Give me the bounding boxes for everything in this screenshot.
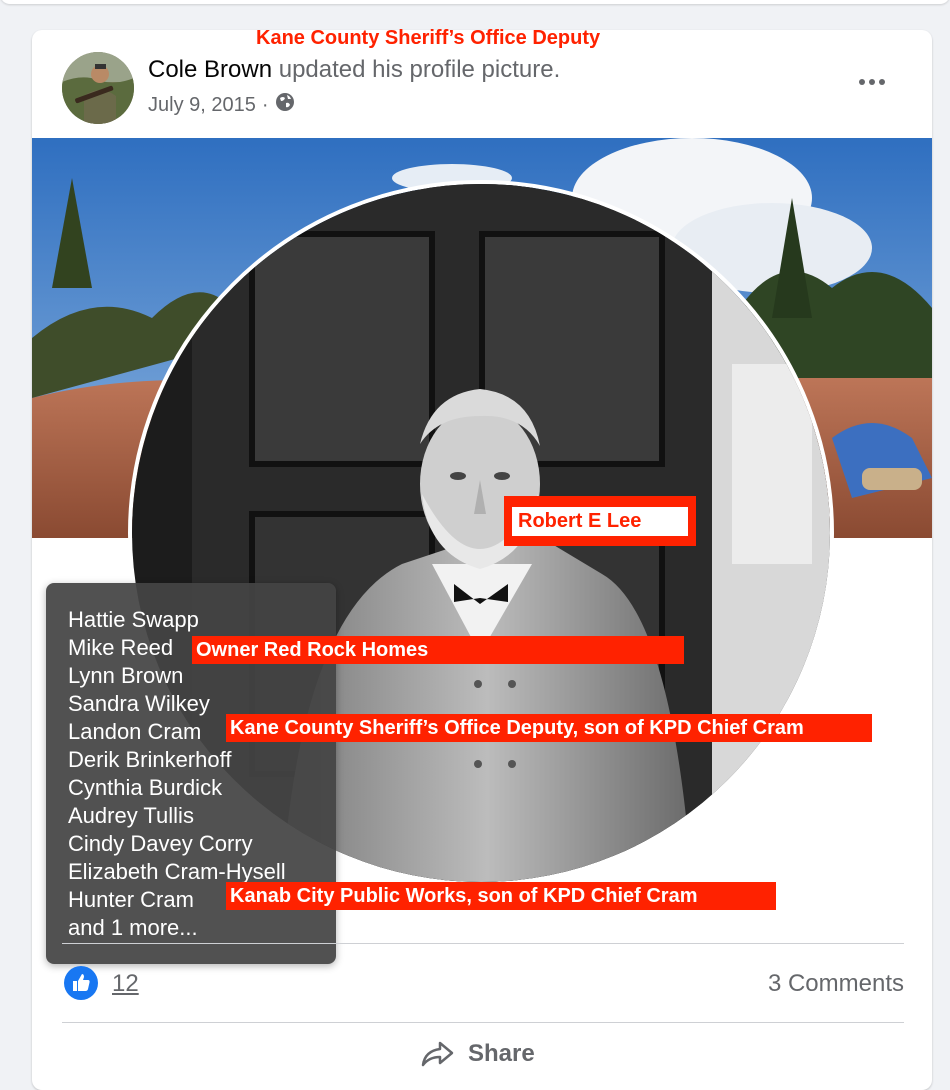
annotation-landon: Kane County Sheriff’s Office Deputy, son… [226,714,872,742]
divider-reactions-top [62,943,904,944]
post-action-text: updated his profile picture. [278,56,561,83]
annotation-author-role: Kane County Sheriff’s Office Deputy [256,27,601,49]
author-avatar[interactable] [62,52,134,124]
divider-actions-top [62,1022,904,1023]
likers-more: and 1 more... [68,915,198,940]
annotation-lee: Robert E Lee [518,510,642,532]
share-button[interactable]: Share [420,1040,535,1068]
annotation-reed: Owner Red Rock Homes [192,636,684,664]
liker-name: Audrey Tullis [68,803,194,828]
post-meta: July 9, 2015 · [148,92,295,118]
comments-count[interactable]: 3 Comments [768,970,904,998]
thumbs-up-icon[interactable] [64,966,98,1000]
author-name[interactable]: Cole Brown [148,56,272,83]
meta-separator: · [261,93,269,116]
globe-icon [275,92,295,118]
more-options-icon[interactable] [856,72,888,92]
liker-name: Derik Brinkerhoff [68,747,232,772]
liker-name: Cynthia Burdick [68,775,223,800]
share-arrow-icon [421,1041,454,1067]
like-count[interactable]: 12 [112,970,139,998]
post-date[interactable]: July 9, 2015 [148,94,256,117]
annotation-hunter: Kanab City Public Works, son of KPD Chie… [226,882,776,910]
liker-name: Hattie Swapp [68,607,199,632]
previous-post-card [0,0,950,4]
post-header-text: Cole Brown updated his profile picture. [148,56,560,84]
liker-name: Cindy Davey Corry [68,831,253,856]
liker-name: Lynn Brown [68,663,184,688]
share-label: Share [468,1040,535,1067]
